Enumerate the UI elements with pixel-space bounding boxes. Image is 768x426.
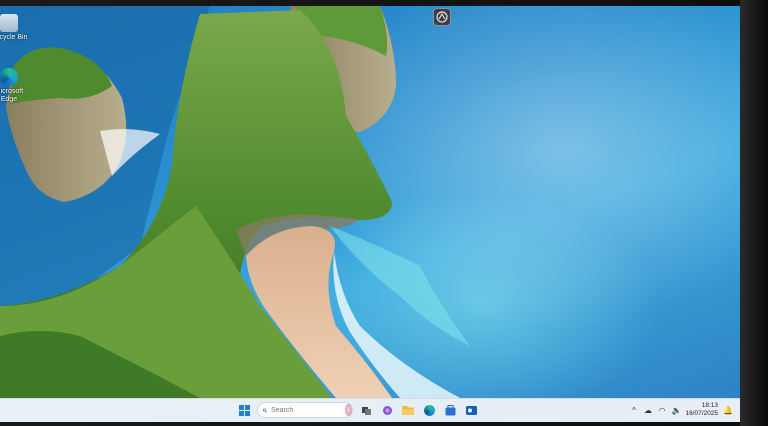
copilot-button[interactable] (379, 402, 395, 418)
recycle-bin-icon (0, 14, 18, 32)
folder-icon (402, 406, 414, 415)
desktop-icon-recycle-bin[interactable]: Recycle Bin (0, 14, 32, 42)
notification-bell-icon[interactable]: 🔔 (723, 406, 733, 415)
copilot-icon (382, 405, 392, 415)
clock[interactable]: 18:13 16/07/2025 (685, 402, 718, 418)
monitor-bezel (740, 0, 768, 426)
edge-icon (0, 68, 18, 86)
task-view-icon (361, 406, 371, 415)
volume-icon[interactable]: 🔈 (671, 406, 681, 415)
desktop[interactable]: Recycle Bin Microsoft Edge (0, 6, 740, 422)
chevron-up-icon[interactable]: ^ (629, 406, 638, 415)
onedrive-icon[interactable]: ☁ (643, 406, 652, 415)
monitor: Recycle Bin Microsoft Edge (0, 0, 768, 426)
windows-start-icon (238, 404, 250, 416)
outlook-icon (465, 405, 477, 415)
wifi-icon[interactable]: ◠ (657, 406, 666, 415)
task-view-button[interactable] (358, 402, 374, 418)
search-icon (263, 408, 267, 412)
desktop-icon-label: Microsoft Edge (0, 88, 24, 103)
desktop-icon-label: Recycle Bin (0, 34, 28, 41)
widgets-icon[interactable] (345, 404, 352, 416)
search-input[interactable] (271, 406, 342, 414)
clock-time: 18:13 (701, 402, 718, 409)
taskbar-search[interactable] (257, 402, 353, 418)
store-icon (445, 404, 455, 415)
file-explorer-button[interactable] (400, 402, 416, 418)
clock-date: 16/07/2025 (685, 410, 718, 417)
start-button[interactable] (236, 402, 252, 418)
edge-button[interactable] (421, 402, 437, 418)
outlook-button[interactable] (463, 402, 479, 418)
store-button[interactable] (442, 402, 458, 418)
wallpaper (0, 6, 470, 398)
desktop-icon-edge[interactable]: Microsoft Edge (0, 68, 32, 104)
taskbar-apps (236, 402, 479, 418)
taskbar: ^ ☁ ◠ 🔈 18:13 16/07/2025 🔔 (0, 398, 740, 422)
edge-icon (423, 404, 435, 416)
app-shortcut-icon (433, 8, 451, 26)
desktop-icon-app-shortcut[interactable] (419, 8, 465, 28)
system-tray: ^ ☁ ◠ 🔈 18:13 16/07/2025 🔔 (629, 402, 733, 418)
